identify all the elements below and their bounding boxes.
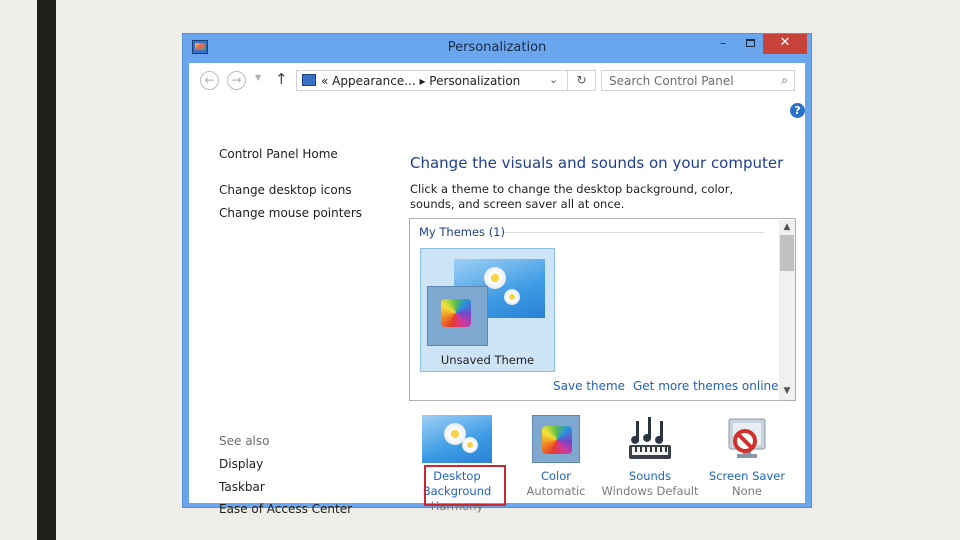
search-input[interactable]: Search Control Panel ⌕ [601, 70, 795, 91]
recent-locations-dropdown[interactable]: ▼ [255, 73, 261, 82]
color-palette-icon [542, 426, 572, 454]
up-button[interactable]: ↑ [275, 70, 288, 88]
search-placeholder: Search Control Panel [609, 74, 734, 88]
screen-saver-label[interactable]: Screen Saver [697, 469, 797, 484]
screen-saver-item[interactable]: Screen Saver None [697, 415, 797, 499]
color-icon [532, 415, 580, 463]
desktop-background-icon [422, 415, 492, 463]
sounds-value: Windows Default [601, 484, 699, 498]
sounds-icon [625, 415, 675, 463]
color-palette-icon [441, 299, 471, 327]
minimize-button[interactable]: – [711, 34, 735, 54]
ease-of-access-link[interactable]: Ease of Access Center [219, 502, 352, 516]
sounds-label[interactable]: Sounds [600, 469, 700, 484]
change-desktop-icons-link[interactable]: Change desktop icons [219, 183, 352, 197]
color-label[interactable]: Color [506, 469, 606, 484]
themes-scrollbar[interactable]: ▲ ▼ [779, 220, 795, 400]
page-description: Click a theme to change the desktop back… [410, 182, 734, 211]
color-item[interactable]: Color Automatic [506, 415, 606, 499]
get-more-themes-link[interactable]: Get more themes online [633, 379, 779, 393]
window-client-area: ← → ▼ ↑ « Appearance... ▸ Personalizatio… [189, 63, 805, 516]
change-mouse-pointers-link[interactable]: Change mouse pointers [219, 206, 362, 220]
daisy-image [504, 289, 520, 305]
see-also-label: See also [219, 434, 270, 448]
theme-name: Unsaved Theme [440, 353, 535, 367]
page-title: Change the visuals and sounds on your co… [410, 154, 784, 172]
screen-saver-value: None [731, 484, 762, 498]
refresh-button[interactable]: ↻ [567, 71, 595, 90]
personalization-window: Personalization – ✕ ← → ▼ ↑ « Appearance… [182, 33, 812, 516]
group-divider [504, 232, 764, 233]
scroll-thumb[interactable] [780, 235, 794, 271]
maximize-button[interactable] [738, 34, 762, 54]
back-button[interactable]: ← [200, 71, 219, 90]
scroll-down-icon[interactable]: ▼ [779, 384, 795, 398]
highlight-box [424, 465, 506, 506]
left-pane: Control Panel Home Change desktop icons … [189, 99, 399, 516]
forward-button[interactable]: → [227, 71, 246, 90]
help-icon[interactable]: ? [790, 103, 805, 118]
themes-list: My Themes (1) Unsaved Theme ▲ ▼ Save the… [409, 218, 796, 401]
scroll-up-icon[interactable]: ▲ [779, 220, 795, 234]
control-panel-icon [302, 74, 316, 86]
search-icon[interactable]: ⌕ [781, 73, 788, 88]
chevron-down-icon[interactable]: ⌄ [549, 73, 558, 86]
navigation-bar: ← → ▼ ↑ « Appearance... ▸ Personalizatio… [189, 63, 805, 99]
unsaved-theme-tile[interactable]: Unsaved Theme [420, 248, 555, 372]
theme-color-thumbnail [427, 286, 488, 346]
slide-side-bar [37, 0, 56, 540]
taskbar-link[interactable]: Taskbar [219, 480, 265, 494]
color-value: Automatic [526, 484, 586, 498]
sounds-item[interactable]: Sounds Windows Default [600, 415, 700, 499]
control-panel-home-link[interactable]: Control Panel Home [219, 147, 338, 161]
display-link[interactable]: Display [219, 457, 263, 471]
close-button[interactable]: ✕ [763, 34, 807, 54]
maximize-icon [745, 39, 755, 47]
daisy-image [462, 437, 478, 453]
title-bar[interactable]: Personalization – ✕ [183, 34, 811, 63]
my-themes-group-label: My Themes (1) [419, 225, 505, 239]
screen-saver-icon [723, 415, 771, 463]
address-bar[interactable]: « Appearance... ▸ Personalization ⌄ ↻ [296, 70, 596, 91]
breadcrumb[interactable]: « Appearance... ▸ Personalization [321, 74, 520, 88]
save-theme-link[interactable]: Save theme [553, 379, 625, 393]
